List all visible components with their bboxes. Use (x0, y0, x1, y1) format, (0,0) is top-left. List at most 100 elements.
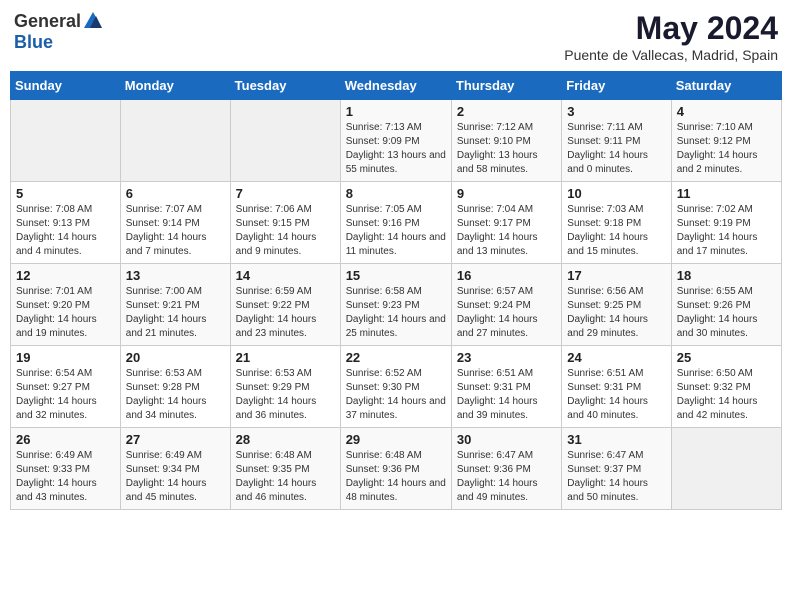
day-info: Sunrise: 7:05 AM Sunset: 9:16 PM Dayligh… (346, 203, 446, 259)
main-title: May 2024 (564, 10, 778, 47)
calendar-day-cell: 6 Sunrise: 7:07 AM Sunset: 9:14 PM Dayli… (120, 182, 230, 264)
daylight-text: Daylight: 14 hours and 43 minutes. (16, 478, 97, 503)
sunrise-text: Sunrise: 6:55 AM (677, 286, 753, 297)
day-number: 17 (567, 268, 665, 283)
calendar-day-header: Monday (120, 72, 230, 100)
sunrise-text: Sunrise: 6:47 AM (457, 450, 533, 461)
sunrise-text: Sunrise: 6:49 AM (126, 450, 202, 461)
daylight-text: Daylight: 14 hours and 39 minutes. (457, 396, 538, 421)
calendar-day-cell: 20 Sunrise: 6:53 AM Sunset: 9:28 PM Dayl… (120, 346, 230, 428)
calendar-week-row: 19 Sunrise: 6:54 AM Sunset: 9:27 PM Dayl… (11, 346, 782, 428)
day-info: Sunrise: 6:58 AM Sunset: 9:23 PM Dayligh… (346, 285, 446, 341)
sunset-text: Sunset: 9:15 PM (236, 218, 310, 229)
day-number: 5 (16, 186, 115, 201)
day-info: Sunrise: 6:48 AM Sunset: 9:36 PM Dayligh… (346, 449, 446, 505)
sunrise-text: Sunrise: 7:06 AM (236, 204, 312, 215)
sunrise-text: Sunrise: 7:00 AM (126, 286, 202, 297)
day-info: Sunrise: 7:00 AM Sunset: 9:21 PM Dayligh… (126, 285, 225, 341)
sunrise-text: Sunrise: 6:48 AM (236, 450, 312, 461)
day-number: 18 (677, 268, 776, 283)
day-number: 25 (677, 350, 776, 365)
calendar-day-cell: 7 Sunrise: 7:06 AM Sunset: 9:15 PM Dayli… (230, 182, 340, 264)
sunset-text: Sunset: 9:27 PM (16, 382, 90, 393)
logo: General Blue (14, 10, 104, 53)
day-number: 3 (567, 104, 665, 119)
daylight-text: Daylight: 14 hours and 7 minutes. (126, 232, 207, 257)
daylight-text: Daylight: 14 hours and 0 minutes. (567, 150, 648, 175)
daylight-text: Daylight: 14 hours and 49 minutes. (457, 478, 538, 503)
daylight-text: Daylight: 14 hours and 9 minutes. (236, 232, 317, 257)
sunset-text: Sunset: 9:37 PM (567, 464, 641, 475)
day-info: Sunrise: 6:59 AM Sunset: 9:22 PM Dayligh… (236, 285, 335, 341)
daylight-text: Daylight: 14 hours and 17 minutes. (677, 232, 758, 257)
day-info: Sunrise: 7:04 AM Sunset: 9:17 PM Dayligh… (457, 203, 556, 259)
daylight-text: Daylight: 14 hours and 50 minutes. (567, 478, 648, 503)
day-number: 27 (126, 432, 225, 447)
sunset-text: Sunset: 9:09 PM (346, 136, 420, 147)
daylight-text: Daylight: 14 hours and 29 minutes. (567, 314, 648, 339)
sunset-text: Sunset: 9:31 PM (567, 382, 641, 393)
sunrise-text: Sunrise: 7:11 AM (567, 122, 642, 133)
calendar-day-cell: 19 Sunrise: 6:54 AM Sunset: 9:27 PM Dayl… (11, 346, 121, 428)
day-info: Sunrise: 6:53 AM Sunset: 9:29 PM Dayligh… (236, 367, 335, 423)
calendar-week-row: 26 Sunrise: 6:49 AM Sunset: 9:33 PM Dayl… (11, 428, 782, 510)
calendar-day-cell (230, 100, 340, 182)
day-info: Sunrise: 7:02 AM Sunset: 9:19 PM Dayligh… (677, 203, 776, 259)
sunset-text: Sunset: 9:17 PM (457, 218, 531, 229)
sunrise-text: Sunrise: 7:04 AM (457, 204, 533, 215)
sunset-text: Sunset: 9:35 PM (236, 464, 310, 475)
day-info: Sunrise: 6:51 AM Sunset: 9:31 PM Dayligh… (457, 367, 556, 423)
calendar-table: SundayMondayTuesdayWednesdayThursdayFrid… (10, 71, 782, 510)
day-number: 6 (126, 186, 225, 201)
calendar-day-header: Wednesday (340, 72, 451, 100)
sunset-text: Sunset: 9:14 PM (126, 218, 200, 229)
day-number: 26 (16, 432, 115, 447)
day-number: 15 (346, 268, 446, 283)
sunset-text: Sunset: 9:23 PM (346, 300, 420, 311)
calendar-day-cell: 29 Sunrise: 6:48 AM Sunset: 9:36 PM Dayl… (340, 428, 451, 510)
sunset-text: Sunset: 9:26 PM (677, 300, 751, 311)
daylight-text: Daylight: 14 hours and 40 minutes. (567, 396, 648, 421)
sunrise-text: Sunrise: 6:52 AM (346, 368, 422, 379)
subtitle: Puente de Vallecas, Madrid, Spain (564, 47, 778, 63)
day-info: Sunrise: 6:49 AM Sunset: 9:33 PM Dayligh… (16, 449, 115, 505)
daylight-text: Daylight: 14 hours and 15 minutes. (567, 232, 648, 257)
calendar-day-cell: 5 Sunrise: 7:08 AM Sunset: 9:13 PM Dayli… (11, 182, 121, 264)
sunset-text: Sunset: 9:18 PM (567, 218, 641, 229)
calendar-day-cell: 28 Sunrise: 6:48 AM Sunset: 9:35 PM Dayl… (230, 428, 340, 510)
day-number: 20 (126, 350, 225, 365)
logo-icon (82, 10, 104, 32)
sunrise-text: Sunrise: 6:51 AM (567, 368, 643, 379)
sunrise-text: Sunrise: 6:48 AM (346, 450, 422, 461)
day-info: Sunrise: 6:48 AM Sunset: 9:35 PM Dayligh… (236, 449, 335, 505)
sunset-text: Sunset: 9:32 PM (677, 382, 751, 393)
day-info: Sunrise: 7:07 AM Sunset: 9:14 PM Dayligh… (126, 203, 225, 259)
day-info: Sunrise: 6:47 AM Sunset: 9:36 PM Dayligh… (457, 449, 556, 505)
calendar-day-cell: 2 Sunrise: 7:12 AM Sunset: 9:10 PM Dayli… (451, 100, 561, 182)
daylight-text: Daylight: 13 hours and 58 minutes. (457, 150, 538, 175)
daylight-text: Daylight: 13 hours and 55 minutes. (346, 150, 446, 175)
calendar-day-cell: 21 Sunrise: 6:53 AM Sunset: 9:29 PM Dayl… (230, 346, 340, 428)
day-number: 9 (457, 186, 556, 201)
sunset-text: Sunset: 9:16 PM (346, 218, 420, 229)
daylight-text: Daylight: 14 hours and 25 minutes. (346, 314, 446, 339)
day-info: Sunrise: 7:01 AM Sunset: 9:20 PM Dayligh… (16, 285, 115, 341)
sunrise-text: Sunrise: 6:50 AM (677, 368, 753, 379)
calendar-day-cell: 18 Sunrise: 6:55 AM Sunset: 9:26 PM Dayl… (671, 264, 781, 346)
day-number: 29 (346, 432, 446, 447)
day-number: 19 (16, 350, 115, 365)
calendar-day-header: Friday (562, 72, 671, 100)
sunrise-text: Sunrise: 6:57 AM (457, 286, 533, 297)
daylight-text: Daylight: 14 hours and 21 minutes. (126, 314, 207, 339)
sunset-text: Sunset: 9:25 PM (567, 300, 641, 311)
day-info: Sunrise: 7:03 AM Sunset: 9:18 PM Dayligh… (567, 203, 665, 259)
logo-general: General (14, 11, 81, 32)
day-info: Sunrise: 6:54 AM Sunset: 9:27 PM Dayligh… (16, 367, 115, 423)
calendar-day-cell: 4 Sunrise: 7:10 AM Sunset: 9:12 PM Dayli… (671, 100, 781, 182)
sunset-text: Sunset: 9:21 PM (126, 300, 200, 311)
calendar-day-cell: 11 Sunrise: 7:02 AM Sunset: 9:19 PM Dayl… (671, 182, 781, 264)
calendar-day-cell: 27 Sunrise: 6:49 AM Sunset: 9:34 PM Dayl… (120, 428, 230, 510)
sunset-text: Sunset: 9:36 PM (457, 464, 531, 475)
sunrise-text: Sunrise: 6:51 AM (457, 368, 533, 379)
day-number: 24 (567, 350, 665, 365)
